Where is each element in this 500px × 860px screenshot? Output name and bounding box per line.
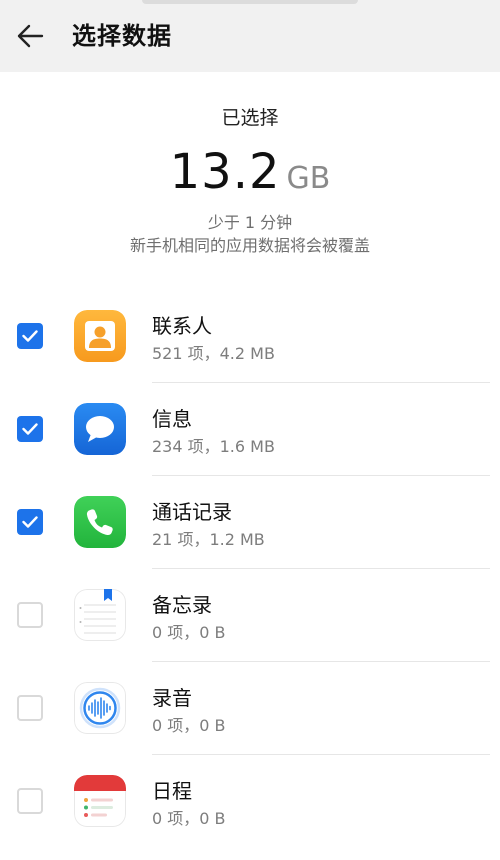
- checkmark-icon: [22, 330, 38, 342]
- item-meta: 21 项，1.2 MB: [152, 530, 265, 549]
- selected-size: 13.2 GB: [0, 144, 500, 200]
- selection-summary: 已选择 13.2 GB 少于 1 分钟 新手机相同的应用数据将会被覆盖: [0, 104, 500, 258]
- checkbox-recorder[interactable]: [17, 695, 43, 721]
- list-item-contacts[interactable]: 联系人 521 项，4.2 MB: [0, 290, 500, 383]
- checkbox-calendar[interactable]: [17, 788, 43, 814]
- list-item-recorder[interactable]: 录音 0 项，0 B: [0, 662, 500, 755]
- data-list: 联系人 521 项，4.2 MB 信息 234 项，1.6 MB 通话记录 21…: [0, 290, 500, 848]
- selected-label: 已选择: [221, 107, 279, 129]
- page-title: 选择数据: [72, 22, 172, 50]
- status-notch: [142, 0, 358, 4]
- checkbox-contacts[interactable]: [17, 323, 43, 349]
- item-name: 信息: [152, 407, 192, 431]
- checkmark-icon: [22, 423, 38, 435]
- size-value: 13.2: [169, 144, 281, 200]
- item-meta: 521 项，4.2 MB: [152, 344, 275, 363]
- back-button[interactable]: [8, 14, 52, 58]
- list-item-notes[interactable]: 备忘录 0 项，0 B: [0, 569, 500, 662]
- checkbox-notes[interactable]: [17, 602, 43, 628]
- item-meta: 234 项，1.6 MB: [152, 437, 275, 456]
- list-item-calendar[interactable]: 日程 0 项，0 B: [0, 755, 500, 848]
- list-item-call-log[interactable]: 通话记录 21 项，1.2 MB: [0, 476, 500, 569]
- item-meta: 0 项，0 B: [152, 809, 226, 828]
- recorder-icon: [74, 682, 126, 734]
- checkbox-messages[interactable]: [17, 416, 43, 442]
- contacts-icon: [74, 310, 126, 362]
- notes-icon: [74, 589, 126, 641]
- item-name: 通话记录: [152, 500, 232, 524]
- time-estimate: 少于 1 分钟: [207, 213, 293, 232]
- item-name: 录音: [152, 686, 192, 710]
- size-unit: GB: [286, 161, 331, 196]
- item-meta: 0 项，0 B: [152, 623, 226, 642]
- checkmark-icon: [22, 516, 38, 528]
- calendar-icon: [74, 775, 126, 827]
- item-name: 备忘录: [152, 593, 212, 617]
- item-name: 日程: [152, 779, 192, 803]
- messages-icon: [74, 403, 126, 455]
- call-log-icon: [74, 496, 126, 548]
- list-item-messages[interactable]: 信息 234 项，1.6 MB: [0, 383, 500, 476]
- arrow-left-icon: [17, 24, 44, 48]
- overwrite-note: 新手机相同的应用数据将会被覆盖: [129, 236, 370, 255]
- checkbox-call-log[interactable]: [17, 509, 43, 535]
- app-bar: 选择数据: [0, 0, 500, 72]
- item-name: 联系人: [152, 314, 212, 338]
- item-meta: 0 项，0 B: [152, 716, 226, 735]
